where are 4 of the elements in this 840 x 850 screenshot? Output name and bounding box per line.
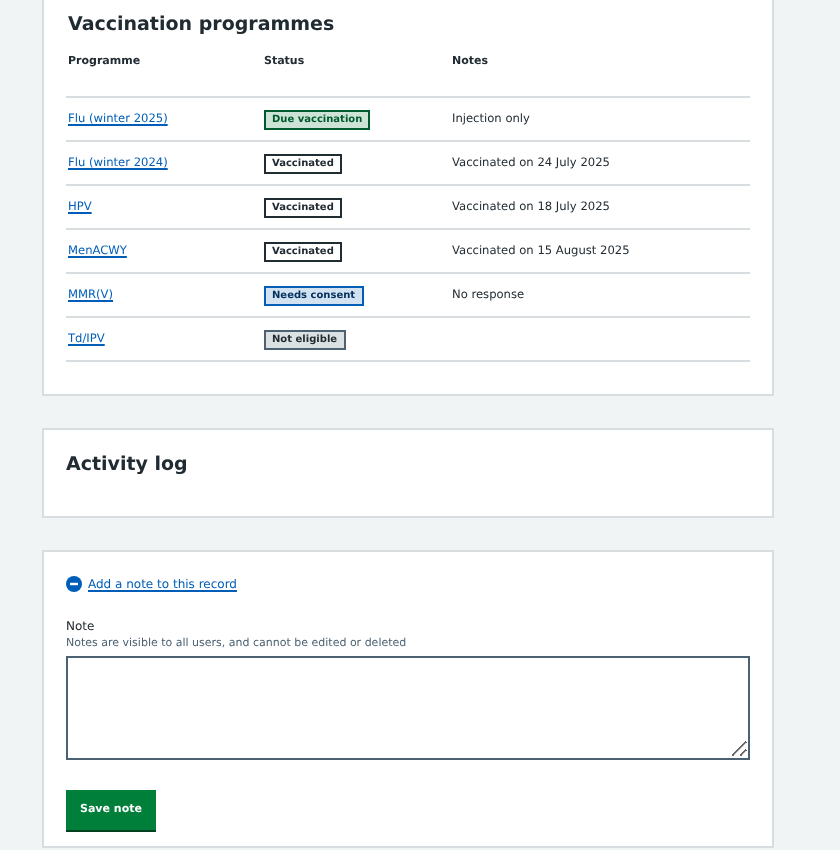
note-field[interactable] <box>66 656 750 760</box>
collapse-icon[interactable] <box>66 576 82 592</box>
section-title: Vaccination programmes <box>68 14 337 36</box>
section-title: Activity log <box>66 454 190 476</box>
